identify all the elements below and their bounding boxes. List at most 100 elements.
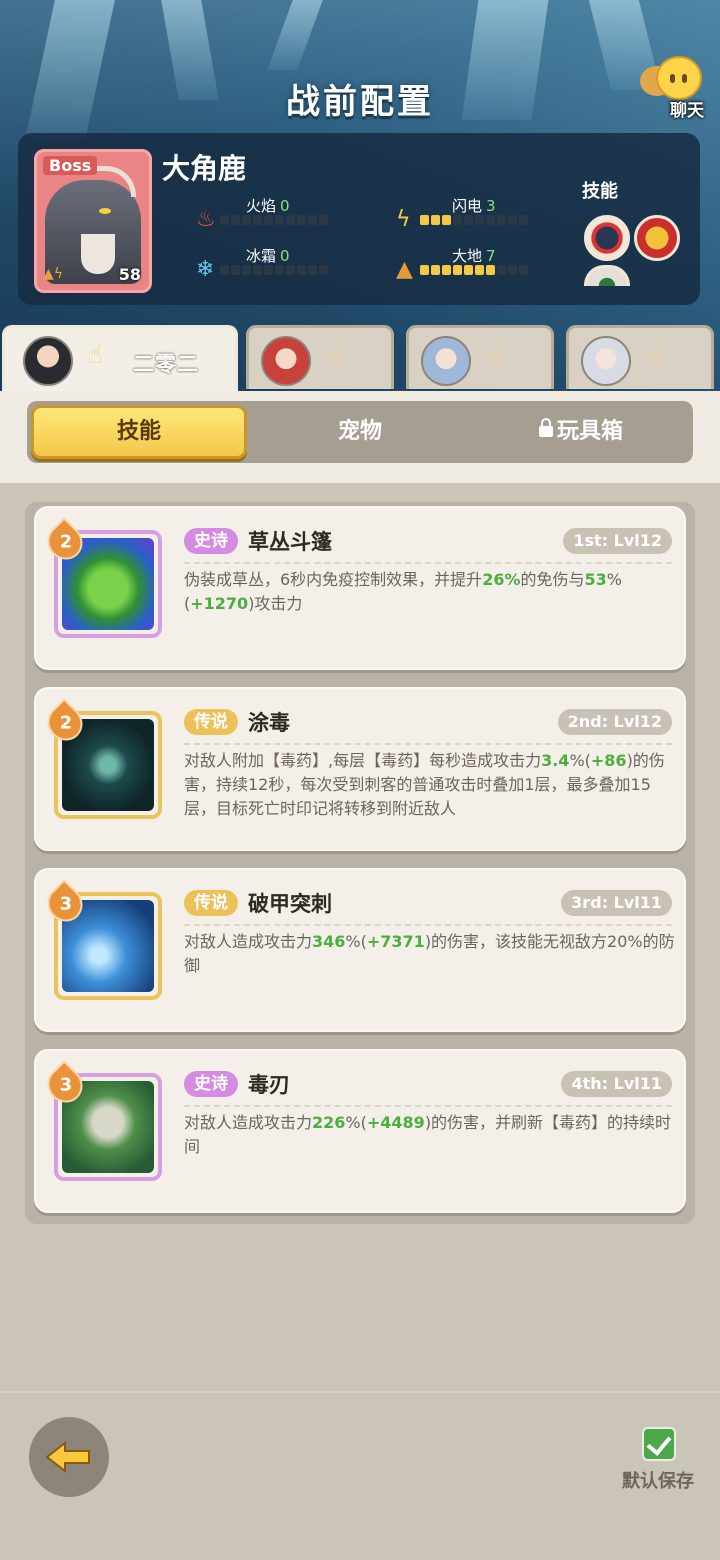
skill-card[interactable]: 3 传说 破甲突刺 3rd: Lvl11 对敌人造成攻击力346%(+7371)… — [34, 868, 686, 1032]
rarity-badge: 传说 — [184, 709, 238, 735]
stat-bar-segment — [497, 215, 506, 225]
fire-icon: ♨ — [196, 207, 216, 232]
hero-tabs: ☝ 二零二 ☝ ☝ ☝ — [0, 325, 720, 393]
stat-bar-segment — [508, 265, 517, 275]
stat-bar-segment — [286, 265, 295, 275]
boss-level: 58 — [118, 265, 141, 284]
stat-bar-segment — [464, 265, 473, 275]
boss-skill-3-icon[interactable] — [584, 265, 630, 286]
stat-bar-segment — [453, 215, 462, 225]
stat-bar-segment — [297, 265, 306, 275]
boss-name: 大角鹿 — [162, 152, 247, 185]
stat-bar-segment — [220, 265, 229, 275]
default-save-checkbox[interactable] — [642, 1427, 676, 1461]
category-segmented-control: 技能 宠物 玩具箱 — [27, 401, 693, 463]
stat-bar-segment — [519, 215, 528, 225]
stat-bar-segment — [319, 265, 328, 275]
stat-bar — [220, 265, 328, 275]
bottom-bar: 默认保存 — [0, 1391, 720, 1560]
stat-bar-segment — [253, 265, 262, 275]
boss-skill-2-icon[interactable] — [634, 215, 680, 261]
tab-toybox[interactable]: 玩具箱 — [473, 405, 689, 459]
skill-description: 伪装成草丛，6秒内免疫控制效果，并提升26%的免伤与53%(+1270)攻击力 — [184, 570, 622, 613]
stat-bar-segment — [308, 265, 317, 275]
chat-label[interactable]: 聊天 — [670, 96, 704, 121]
skill-slot-badge: 2nd: Lvl12 — [557, 709, 672, 735]
stat-bar-segment — [453, 265, 462, 275]
hero-avatar — [581, 336, 631, 386]
back-button[interactable] — [29, 1417, 109, 1497]
stat-bar-segment — [475, 215, 484, 225]
tab-toybox-label: 玩具箱 — [556, 419, 623, 444]
stat-bar-segment — [220, 215, 229, 225]
skill-description: 对敌人附加【毒药】,每层【毒药】每秒造成攻击力3.4%(+86)的伤害，持续12… — [184, 751, 665, 818]
boss-skills-label: 技能 — [582, 181, 618, 202]
tab-hero-1[interactable]: ☝ 二零二 — [2, 325, 238, 393]
stat-bar-segment — [442, 265, 451, 275]
skill-card[interactable]: 2 史诗 草丛斗篷 1st: Lvl12 伪装成草丛，6秒内免疫控制效果，并提升… — [34, 506, 686, 670]
hand-tap-icon: ☝ — [487, 342, 503, 372]
stat-bar — [420, 215, 528, 225]
tab-hero-2[interactable]: ☝ — [246, 325, 394, 389]
hand-tap-icon: ☝ — [87, 340, 103, 370]
stat-bar-segment — [420, 215, 429, 225]
skill-card[interactable]: 2 传说 涂毒 2nd: Lvl12 对敌人附加【毒药】,每层【毒药】每秒造成攻… — [34, 687, 686, 851]
skill-name: 毒刃 — [248, 1073, 290, 1097]
stat-bar-segment — [497, 265, 506, 275]
hero-avatar — [261, 336, 311, 386]
stat-bar-segment — [308, 215, 317, 225]
stat-bar-segment — [464, 215, 473, 225]
content-area: 技能 宠物 玩具箱 2 史诗 草丛斗篷 1st: Lvl12 伪装成草丛，6秒内… — [0, 391, 720, 1391]
stat-bar-segment — [286, 215, 295, 225]
hand-tap-icon: ☝ — [327, 342, 343, 372]
hero-name: 二零二 — [133, 352, 199, 376]
back-arrow-icon — [45, 1441, 90, 1473]
stat-bar-segment — [275, 265, 284, 275]
default-save-label[interactable]: 默认保存 — [622, 1467, 694, 1493]
stat-bar-segment — [264, 215, 273, 225]
stat-bar-segment — [442, 215, 451, 225]
stat-bar — [420, 265, 528, 275]
rarity-badge: 史诗 — [184, 528, 238, 554]
skill-slot-badge: 4th: Lvl11 — [561, 1071, 672, 1097]
tab-hero-4[interactable]: ☝ — [566, 325, 714, 389]
page-title: 战前配置 — [286, 82, 434, 122]
hand-tap-icon: ☝ — [647, 342, 663, 372]
stat-bar-segment — [475, 265, 484, 275]
skill-card[interactable]: 3 史诗 毒刃 4th: Lvl11 对敌人造成攻击力226%(+4489)的伤… — [34, 1049, 686, 1213]
skill-name: 涂毒 — [248, 711, 290, 735]
element-icons: ▲ϟ — [43, 266, 64, 282]
stat-bar-segment — [231, 265, 240, 275]
stat-bar-segment — [319, 215, 328, 225]
stat-bar-segment — [431, 215, 440, 225]
rarity-badge: 史诗 — [184, 1071, 238, 1097]
stat-bar-segment — [264, 265, 273, 275]
boss-portrait[interactable]: Boss ▲ϟ 58 — [34, 149, 152, 293]
stat-bar-segment — [242, 265, 251, 275]
hero-avatar — [23, 336, 73, 386]
stat-bar-segment — [486, 265, 495, 275]
stat-bar-segment — [431, 265, 440, 275]
stat-bar-segment — [486, 215, 495, 225]
stat-bar — [220, 215, 328, 225]
stat-bar-segment — [508, 215, 517, 225]
stat-bar-segment — [253, 215, 262, 225]
skill-description: 对敌人造成攻击力226%(+4489)的伤害，并刷新【毒药】的持续时间 — [184, 1113, 672, 1156]
rarity-badge: 传说 — [184, 890, 238, 916]
stat-bar-segment — [519, 265, 528, 275]
lightning-icon: ϟ — [396, 207, 411, 232]
tab-pets[interactable]: 宠物 — [252, 405, 468, 459]
stat-bar-segment — [420, 265, 429, 275]
stat-bar-segment — [275, 215, 284, 225]
hero-avatar — [421, 336, 471, 386]
boss-skill-1-icon[interactable] — [584, 215, 630, 261]
skill-list: 2 史诗 草丛斗篷 1st: Lvl12 伪装成草丛，6秒内免疫控制效果，并提升… — [25, 502, 695, 1224]
skill-slot-badge: 3rd: Lvl11 — [561, 890, 672, 916]
stat-bar-segment — [231, 215, 240, 225]
lock-icon — [538, 418, 553, 437]
skill-slot-badge: 1st: Lvl12 — [563, 528, 672, 554]
tab-hero-3[interactable]: ☝ — [406, 325, 554, 389]
stat-bar-segment — [297, 215, 306, 225]
tab-skills[interactable]: 技能 — [31, 405, 247, 459]
stat-bar-segment — [242, 215, 251, 225]
